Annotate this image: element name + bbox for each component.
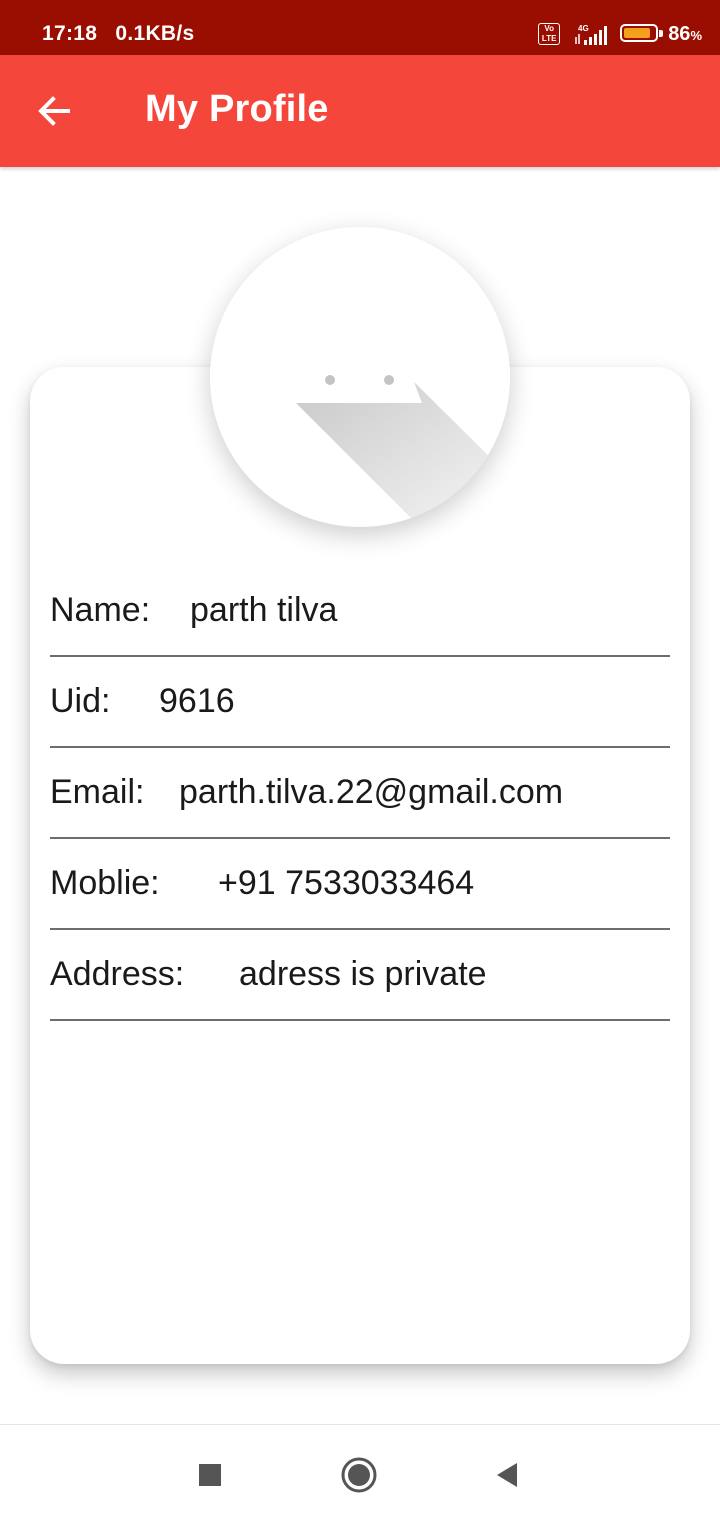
field-label-uid: Uid: [50,682,111,720]
field-label-address: Address: [50,955,185,993]
signal-icon: 4G [574,22,612,46]
field-value-email: parth.tilva.22@gmail.com [179,773,564,811]
field-value-name: parth tilva [190,591,338,629]
volte-top-text: Vo [544,24,554,33]
default-avatar-icon [296,375,510,527]
field-value-mobile: +91 7533033464 [218,864,475,902]
profile-field-name: Name: parth tilva [50,567,670,657]
status-time: 17:18 [42,22,98,45]
field-value-address: adress is private [239,955,487,993]
field-label-email: Email: [50,773,145,811]
network-type-label: 4G [578,24,589,33]
battery-percent-unit: % [690,27,702,43]
status-left: 17:18 0.1KB/s [42,22,195,46]
circle-home-icon [341,1457,377,1493]
app-bar: My Profile [0,55,720,167]
square-recents-icon [199,1464,221,1486]
battery-percent-value: 86 [668,22,691,45]
triangle-back-icon [497,1463,517,1487]
profile-field-address: Address: adress is private [50,931,670,1021]
nav-back-button[interactable] [484,1453,528,1497]
field-label-mobile: Moblie: [50,864,160,902]
profile-field-uid: Uid: 9616 [50,658,670,748]
recents-button[interactable] [188,1453,232,1497]
volte-bottom-text: LTE [541,34,557,43]
battery-percentage: 86% [668,23,702,46]
status-bar: 17:18 0.1KB/s Vo LTE 4G 86% [0,0,720,55]
avatar[interactable] [210,227,510,527]
battery-icon [620,23,666,45]
volte-icon: Vo LTE [538,23,561,45]
back-button[interactable] [22,75,86,147]
profile-field-mobile: Moblie: +91 7533033464 [50,840,670,930]
profile-field-email: Email: parth.tilva.22@gmail.com [50,749,670,839]
status-right: Vo LTE 4G 86% [538,20,702,48]
field-label-name: Name: [50,591,151,629]
page-title: My Profile [145,88,329,130]
system-nav-bar [0,1424,720,1521]
field-value-uid: 9616 [159,682,235,720]
arrow-back-icon [38,96,70,126]
battery-fill [624,28,650,38]
status-network-speed: 0.1KB/s [115,22,195,45]
home-button[interactable] [337,1453,381,1497]
